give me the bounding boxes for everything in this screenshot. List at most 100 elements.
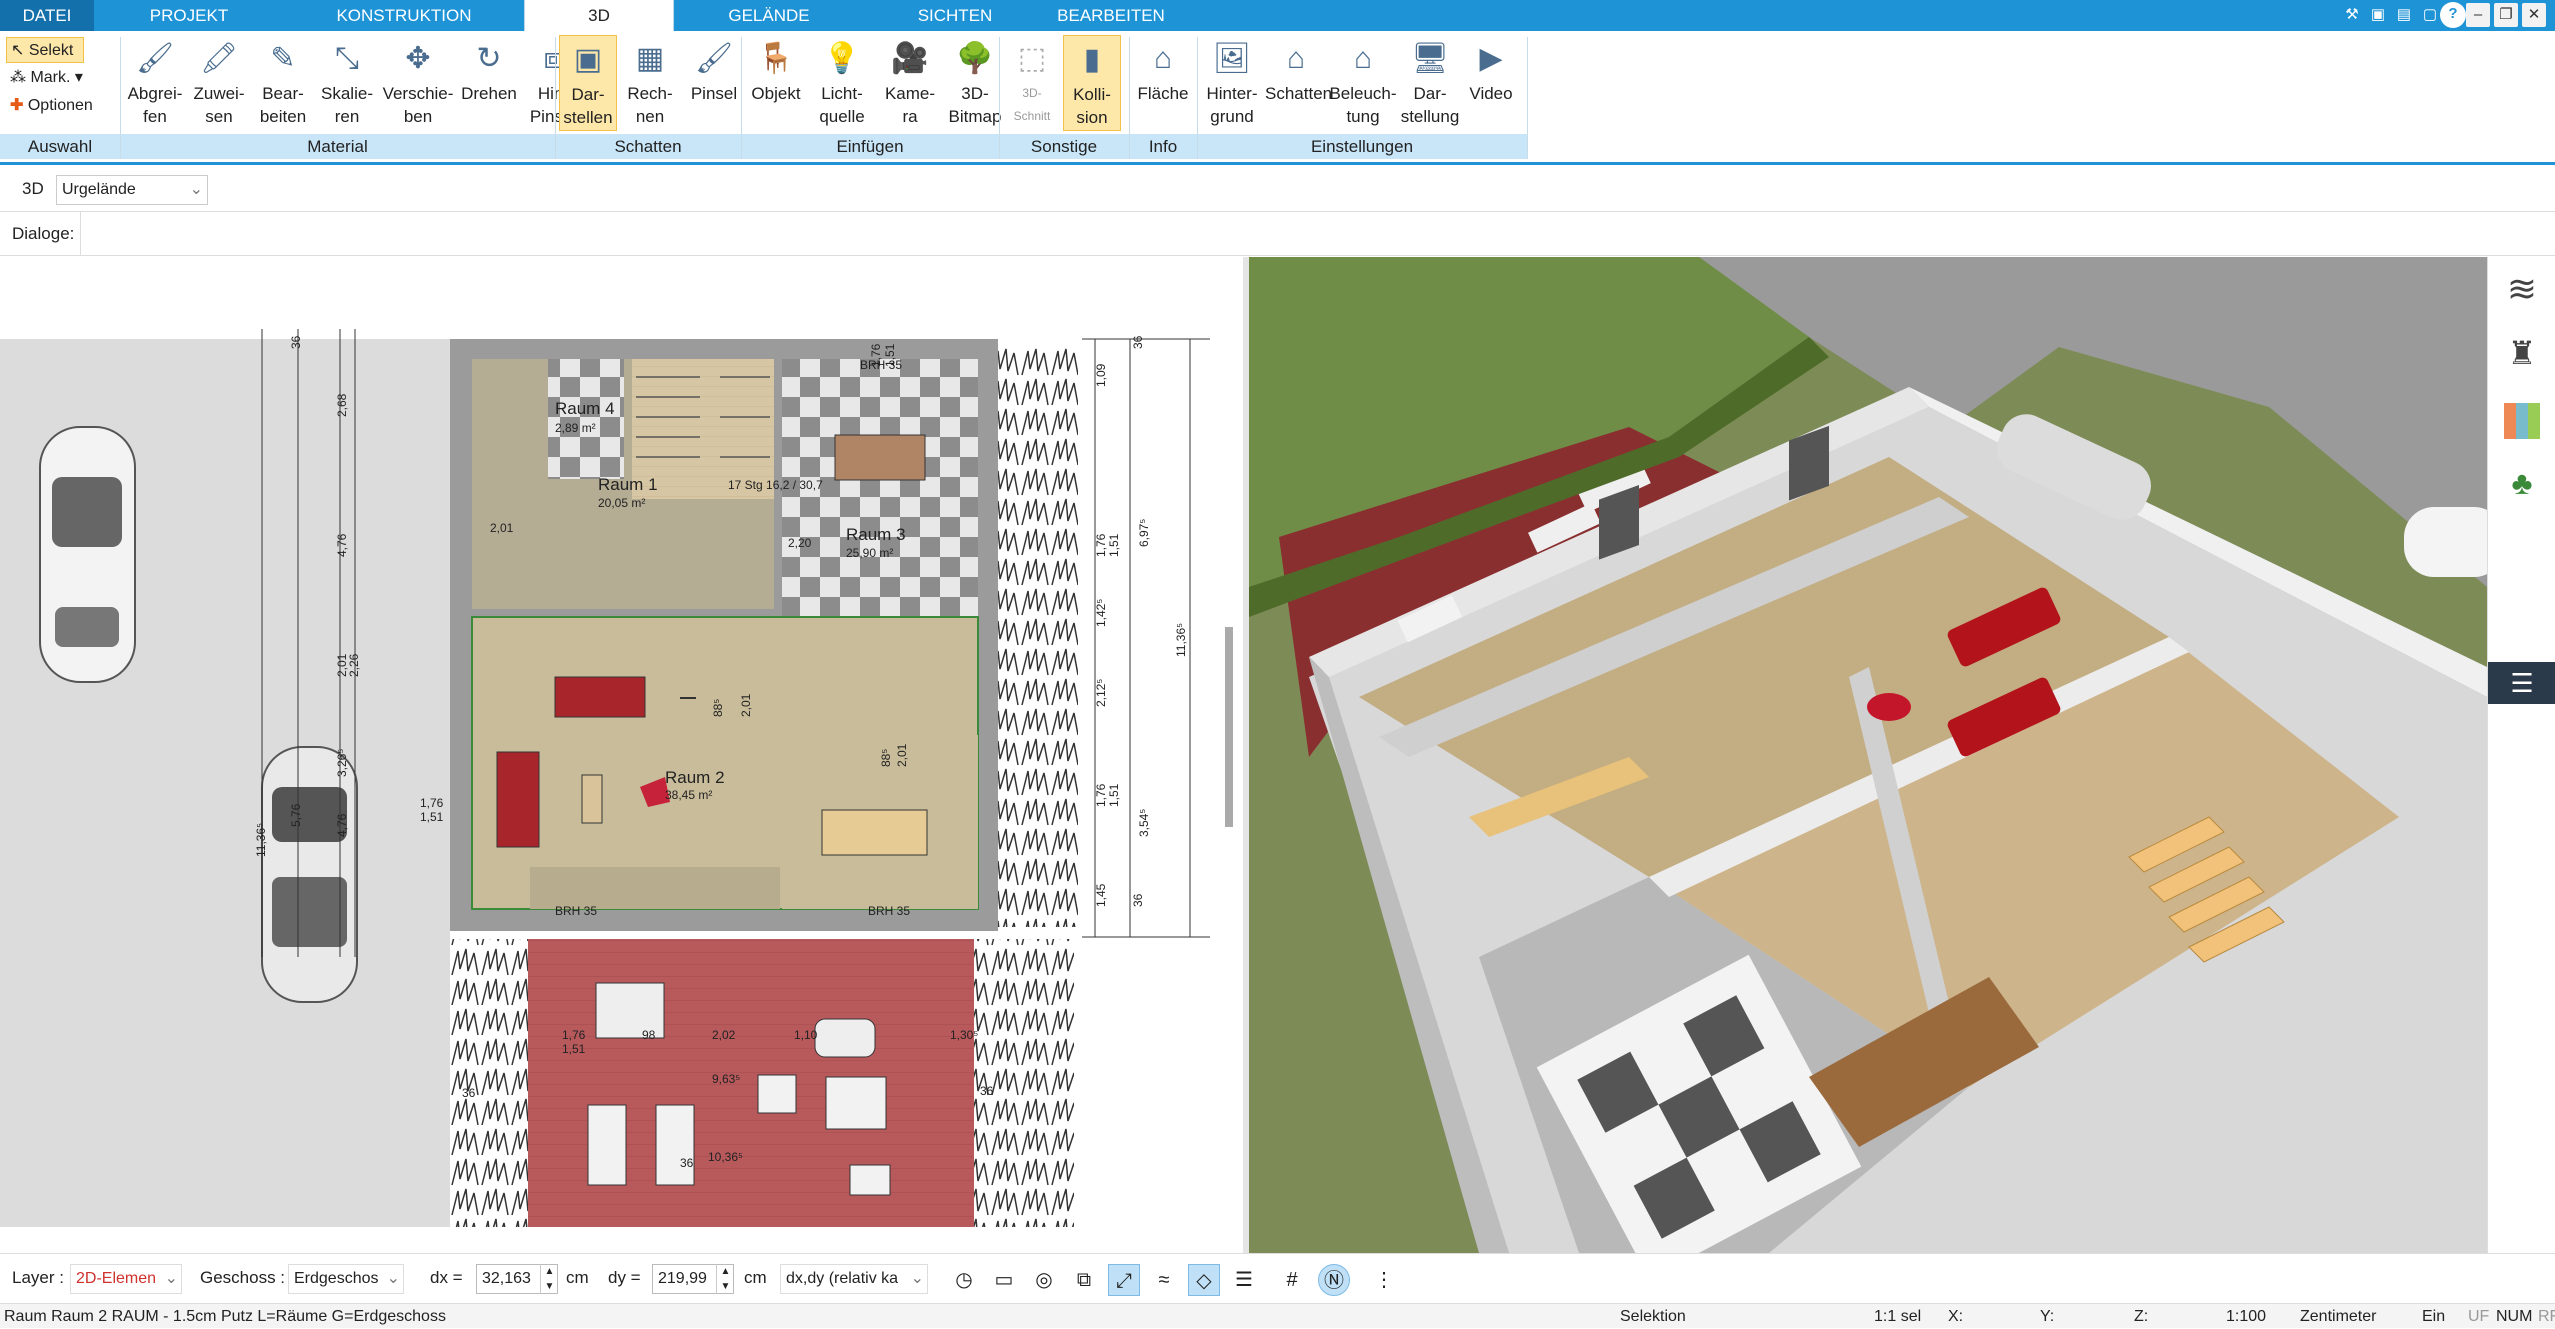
3d-view[interactable] — [1249, 257, 2487, 1253]
video-button[interactable]: ▶ Video — [1463, 35, 1519, 131]
schatten-einst-icon: ⌂ — [1286, 42, 1306, 75]
schatten-einst-button[interactable]: ⌂ Schatten — [1265, 35, 1332, 131]
drehen-button[interactable]: ↻ Drehen — [458, 35, 520, 131]
window-icon-3[interactable]: ▢ — [2418, 3, 2442, 27]
terrain-dropdown-value: Urgelände — [62, 181, 136, 198]
tools-icon[interactable]: ⚒ — [2340, 3, 2364, 27]
dimension-label: 1,30⁵ — [950, 1028, 978, 1042]
tree-icon[interactable]: ♣ — [2502, 463, 2542, 503]
hintergrund-button[interactable]: 🖼 Hinter- grund — [1201, 35, 1263, 131]
kamera-button[interactable]: 🎥 Kame- ra — [877, 35, 943, 131]
dining-table — [834, 434, 926, 481]
bearbeiten-button[interactable]: ✎ Bear- beiten — [252, 35, 314, 131]
stack-icon[interactable]: ☰ — [1228, 1264, 1260, 1296]
beleuchtung-button[interactable]: ⌂ Beleuch- tung — [1329, 35, 1397, 131]
abgreifen-button[interactable]: 🖌 Abgrei- fen — [124, 35, 186, 131]
snap-icon[interactable]: ⤢ — [1108, 1264, 1140, 1296]
status-ein: Ein — [2422, 1308, 2446, 1325]
flaeche-button[interactable]: ⌂ Fläche — [1133, 35, 1193, 131]
right-sidebar: ≋ ♜ ♣ ☰ — [2487, 257, 2555, 1253]
darstellung-label: Dar- stellung — [1400, 84, 1460, 126]
geschoss-dropdown[interactable]: Erdgeschos ⌄ — [288, 1264, 404, 1294]
restore-button[interactable]: ❐ — [2494, 3, 2518, 27]
dining-table-2 — [821, 809, 928, 856]
coord-mode-dropdown[interactable]: dx,dy (relativ ka ⌄ — [780, 1264, 928, 1294]
view-toolbar: 3D Urgelände ⌄ — [0, 168, 2555, 212]
wave-icon[interactable]: ≈ — [1148, 1264, 1180, 1296]
tab-konstruktion[interactable]: KONSTRUKTION — [284, 0, 524, 31]
tab-gelaende[interactable]: GELÄNDE — [674, 0, 864, 31]
skalieren-button[interactable]: ⤡ Skalie- ren — [316, 35, 378, 131]
menu-icon[interactable]: ☰ — [2488, 662, 2555, 704]
floor-plan-view[interactable]: Raum 4 2,89 m² Raum 1 20,05 m² Raum 3 25… — [0, 257, 1243, 1227]
plan-vertical-scrollbar[interactable] — [1225, 627, 1233, 827]
loveseat — [814, 1018, 876, 1058]
geschoss-label: Geschoss : — [200, 1268, 286, 1287]
window-icon-2[interactable]: ▤ — [2392, 3, 2416, 27]
window-icon-1[interactable]: ▣ — [2366, 3, 2390, 27]
kollision-button[interactable]: ▮ Kolli- sion — [1063, 35, 1121, 131]
tab-sichten[interactable]: SICHTEN — [864, 0, 1046, 31]
dy-stepper[interactable]: ▲ ▼ — [716, 1264, 734, 1294]
pinsel-button[interactable]: 🖌 Pinsel — [683, 35, 745, 131]
tab-3d[interactable]: 3D — [524, 0, 674, 31]
help-icon[interactable]: ? — [2440, 2, 2466, 28]
status-num: NUM — [2496, 1308, 2533, 1325]
room-area-1: 20,05 m² — [598, 496, 645, 510]
floor-plan-canvas[interactable]: Raum 4 2,89 m² Raum 1 20,05 m² Raum 3 25… — [0, 257, 1243, 1227]
dimension-label: 9,63⁵ — [712, 1072, 740, 1086]
dx-stepper[interactable]: ▲ ▼ — [540, 1264, 558, 1294]
materials-icon[interactable] — [2504, 403, 2540, 439]
layer-dropdown[interactable]: 2D-Elemen ⌄ — [70, 1264, 182, 1294]
darstellen-button[interactable]: ▣ Dar- stellen — [559, 35, 617, 131]
layers-small-icon[interactable]: ⧉ — [1068, 1264, 1100, 1296]
north-icon[interactable]: Ⓝ — [1318, 1264, 1350, 1296]
skalieren-label: Skalie- ren — [321, 84, 373, 126]
monitor-icon[interactable]: ▭ — [988, 1264, 1020, 1296]
dimension-label: 3,26⁵ — [335, 749, 349, 777]
layers-icon[interactable]: ≋ — [2502, 269, 2542, 309]
3d-bitmap-label: 3D- Bitmap — [948, 84, 1002, 126]
dimension-label: 1,51 — [1107, 533, 1121, 557]
3d-schnitt-label: 3D- Schnitt — [1013, 86, 1051, 123]
zuweisen-button[interactable]: 🖍 Zuwei- sen — [188, 35, 250, 131]
ribbon-tab-bar: DATEI PROJEKT KONSTRUKTION 3D GELÄNDE SI… — [0, 0, 2555, 31]
clock-icon[interactable]: ◷ — [948, 1264, 980, 1296]
3d-render[interactable] — [1249, 257, 2487, 1253]
mark-icon: ⁂ — [10, 69, 26, 86]
section-schatten: Schatten — [614, 137, 682, 156]
plane-icon[interactable]: ◇ — [1188, 1264, 1220, 1296]
sunbed-1 — [587, 1104, 627, 1186]
dimension-label: 11,36⁵ — [254, 823, 268, 857]
dimension-label: 6,97⁵ — [1137, 519, 1151, 547]
dimension-label: 36 — [1131, 335, 1145, 349]
drehen-icon: ↻ — [476, 42, 502, 75]
darstellung-button[interactable]: 🖥 Dar- stellung — [1399, 35, 1461, 131]
3d-schnitt-button[interactable]: ⬚ 3D- Schnitt — [1003, 35, 1061, 131]
terrain-dropdown[interactable]: Urgelände ⌄ — [56, 175, 208, 205]
selekt-button[interactable]: ↖ Selekt — [6, 37, 84, 63]
3d-bitmap-button[interactable]: 🌳 3D- Bitmap — [945, 35, 1005, 131]
optionen-button[interactable]: ✚ Optionen — [6, 93, 93, 119]
close-button[interactable]: ✕ — [2522, 3, 2546, 27]
chair-icon[interactable]: ♜ — [2502, 333, 2542, 373]
dimension-label: 1,51 — [1107, 783, 1121, 807]
dy-unit: cm — [744, 1268, 767, 1287]
verschieben-button[interactable]: ✥ Verschie- ben — [380, 35, 456, 131]
dimension-label: 2,12⁵ — [1094, 679, 1108, 707]
tab-datei[interactable]: DATEI — [0, 0, 94, 31]
mark-button[interactable]: ⁂ Mark. ▾ — [6, 65, 83, 91]
lichtquelle-button[interactable]: 💡 Licht- quelle — [809, 35, 875, 131]
tab-projekt[interactable]: PROJEKT — [94, 0, 284, 31]
minimize-button[interactable]: – — [2466, 3, 2490, 27]
selekt-label: Selekt — [28, 42, 74, 59]
dimension-label: 1,10 — [794, 1028, 818, 1042]
section-einstellungen: Einstellungen — [1310, 137, 1414, 156]
more-icon[interactable]: ⋮ — [1368, 1264, 1400, 1296]
objekt-button[interactable]: 🪑 Objekt — [745, 35, 807, 131]
grid-icon[interactable]: # — [1276, 1264, 1308, 1296]
camera-icon[interactable]: ◎ — [1028, 1264, 1060, 1296]
rechnen-button[interactable]: ▦ Rech- nen — [619, 35, 681, 131]
tab-bearbeiten[interactable]: BEARBEITEN — [1046, 0, 1176, 31]
dimension-label: 98 — [642, 1028, 656, 1042]
